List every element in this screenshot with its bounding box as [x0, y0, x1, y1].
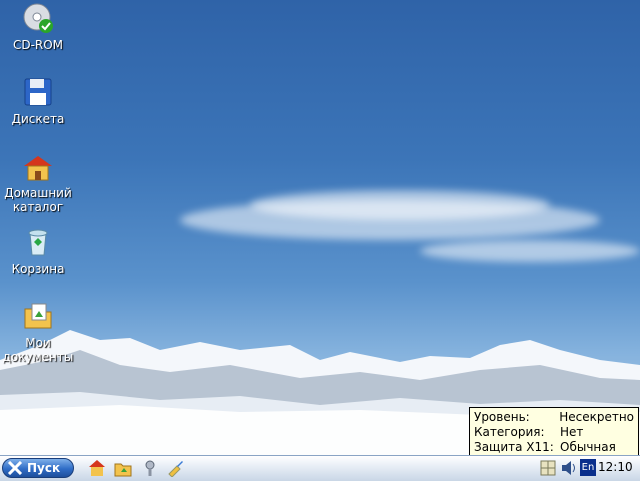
desktop-icon-floppy[interactable]: Дискета	[0, 76, 76, 126]
start-label: Пуск	[27, 461, 61, 475]
cdrom-icon	[23, 3, 53, 33]
security-indicator-icon[interactable]	[540, 460, 556, 476]
desktop-icon-label: CD-ROM	[12, 38, 64, 52]
paint-icon[interactable]	[167, 459, 185, 477]
mountain-scenery	[0, 330, 640, 455]
keyboard-layout-indicator[interactable]: En	[580, 459, 596, 476]
tools-icon[interactable]	[141, 459, 159, 477]
desktop-icon-label: Мои документы	[2, 336, 74, 364]
security-level-tooltip: Уровень: Несекретно Категория: Нет Защит…	[469, 407, 639, 455]
floppy-icon	[24, 78, 52, 106]
start-button[interactable]: Пуск	[2, 458, 74, 478]
desktop-icon-home[interactable]: Домашний каталог	[0, 154, 76, 214]
desktop-icon-label: Корзина	[11, 262, 65, 276]
home-folder-icon	[24, 156, 52, 181]
documents-folder-icon	[24, 303, 52, 329]
trash-icon	[28, 229, 48, 256]
desktop-icon-label: Дискета	[11, 112, 65, 126]
start-logo-icon	[7, 461, 23, 475]
tooltip-row: Уровень: Несекретно	[474, 410, 634, 424]
desktop-background: CD-ROM Дискета Домашний каталог Корзина	[0, 0, 640, 455]
speaker-icon[interactable]	[560, 460, 578, 476]
desktop-icon-label: Домашний каталог	[4, 186, 72, 214]
tooltip-row: Защита X11: Обычная	[474, 440, 616, 454]
clock[interactable]: 12:10	[598, 460, 633, 474]
tooltip-row: Категория: Нет	[474, 425, 584, 439]
desktop-icon-trash[interactable]: Корзина	[0, 226, 76, 276]
desktop-icon-cdrom[interactable]: CD-ROM	[0, 2, 76, 52]
home-icon[interactable]	[88, 459, 106, 477]
folder-icon[interactable]	[114, 459, 132, 477]
taskbar: Пуск En 12:10	[0, 455, 640, 481]
desktop-icon-documents[interactable]: Мои документы	[0, 300, 76, 364]
